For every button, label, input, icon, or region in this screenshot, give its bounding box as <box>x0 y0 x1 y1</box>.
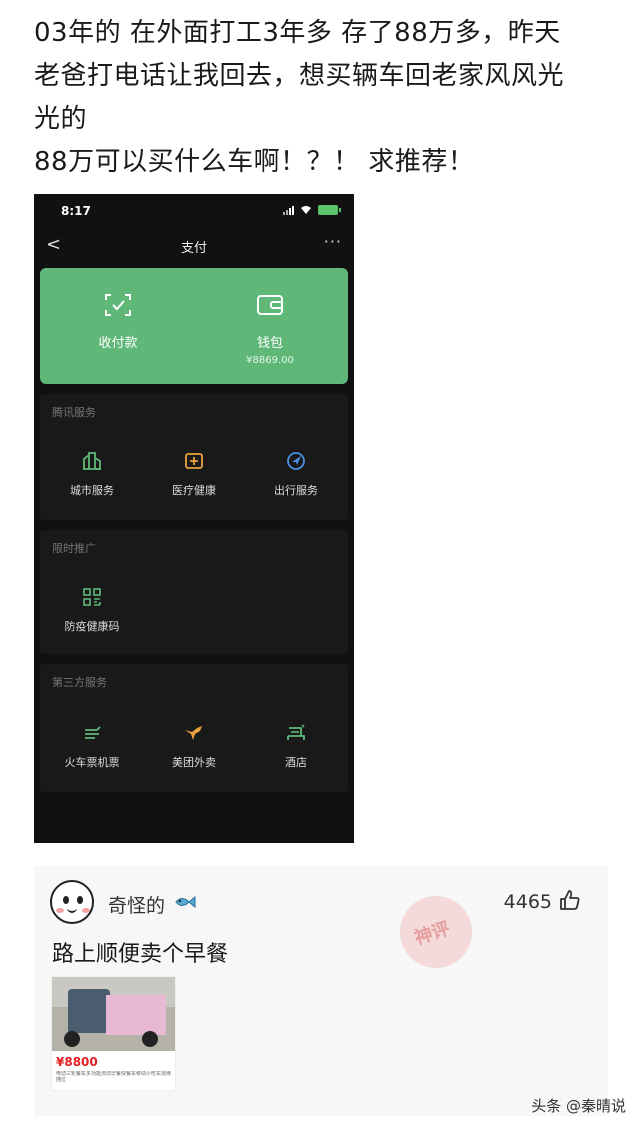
comment-card: 奇怪的 神评 4465 路上顺便卖个早餐 ¥8800 电动三轮餐车多功能流动早餐… <box>34 866 608 1116</box>
avatar[interactable] <box>50 880 94 924</box>
wifi-icon <box>301 206 311 214</box>
service-label: 防疫健康码 <box>64 620 120 633</box>
comment-username[interactable]: 奇怪的 <box>108 891 165 918</box>
avatar-cheek <box>56 908 64 913</box>
fish-badge-icon <box>175 895 196 909</box>
post-text: 03年的 在外面打工3年多 存了88万多，昨天 老爸打电话让我回去，想买辆车回老… <box>34 12 624 184</box>
post-line: 老爸打电话让我回去，想买辆车回老家风风光 <box>34 61 565 91</box>
nav-bar: < 支付 ··· <box>34 230 354 262</box>
city-service-button[interactable]: 城市服务 <box>42 450 142 498</box>
post-line: 光的 <box>34 104 88 134</box>
status-time: 8:17 <box>61 204 91 218</box>
pay-receive-label: 收付款 <box>98 336 138 351</box>
third-party-section: 第三方服务 火车票机票 美团外卖 酒店 <box>40 664 348 792</box>
stamp-text: 神评 <box>411 918 453 950</box>
product-price: ¥8800 <box>56 1055 98 1069</box>
meituan-button[interactable]: 美团外卖 <box>144 722 244 770</box>
service-label: 酒店 <box>285 756 307 769</box>
wallet-icon <box>255 292 285 318</box>
status-icons <box>283 205 341 215</box>
avatar-mouth <box>67 908 77 913</box>
hotel-button[interactable]: 酒店 <box>246 722 346 770</box>
phone-screenshot: 8:17 < 支付 ··· 收付款 钱包 ¥8869.00 腾讯服务 城市服务 … <box>34 194 354 843</box>
service-label: 出行服务 <box>274 484 318 497</box>
wheel <box>142 1031 158 1047</box>
hot-comment-stamp: 神评 <box>390 886 482 978</box>
wallet-card: 收付款 钱包 ¥8869.00 <box>40 268 348 384</box>
comment-text: 路上顺便卖个早餐 <box>52 942 229 967</box>
section-title: 腾讯服务 <box>52 406 96 419</box>
more-icon[interactable]: ··· <box>324 232 342 251</box>
tencent-services-section: 腾讯服务 城市服务 医疗健康 出行服务 <box>40 394 348 520</box>
travel-icon <box>285 450 307 472</box>
tricycle-cab <box>68 989 110 1033</box>
product-card[interactable]: ¥8800 电动三轮餐车多功能流动早餐快餐车移动小吃车烧烤摊位 <box>51 976 176 1091</box>
service-label: 医疗健康 <box>172 484 216 497</box>
promotion-section: 限时推广 防疫健康码 <box>40 530 348 654</box>
scan-pay-icon <box>103 292 133 318</box>
section-title: 限时推广 <box>52 542 96 555</box>
battery-icon <box>318 205 341 215</box>
service-label: 美团外卖 <box>172 756 216 769</box>
post-line: 88万可以买什么车啊！？！ 求推荐！ <box>34 147 475 177</box>
product-image <box>52 977 175 1051</box>
section-title: 第三方服务 <box>52 676 107 689</box>
train-ticket-button[interactable]: 火车票机票 <box>42 722 142 770</box>
medical-icon <box>183 450 205 472</box>
thumbs-up-icon[interactable] <box>558 888 582 912</box>
health-code-icon <box>81 586 103 608</box>
status-bar: 8:17 <box>34 194 354 226</box>
wallet-balance: ¥8869.00 <box>246 355 294 366</box>
pay-receive-button[interactable]: 收付款 <box>48 292 188 351</box>
travel-service-button[interactable]: 出行服务 <box>246 450 346 498</box>
food-cart-box <box>106 995 166 1035</box>
meituan-icon <box>183 722 205 744</box>
like-count: 4465 <box>503 891 552 913</box>
product-description: 电动三轮餐车多功能流动早餐快餐车移动小吃车烧烤摊位 <box>56 1071 172 1083</box>
train-ticket-icon <box>81 722 103 744</box>
medical-health-button[interactable]: 医疗健康 <box>144 450 244 498</box>
avatar-eye <box>63 896 69 904</box>
signal-icon <box>283 205 294 215</box>
page-title: 支付 <box>180 241 207 256</box>
health-code-button[interactable]: 防疫健康码 <box>42 586 142 634</box>
avatar-eye <box>77 896 83 904</box>
service-label: 城市服务 <box>70 484 114 497</box>
wheel <box>64 1031 80 1047</box>
wallet-label: 钱包 <box>256 336 283 351</box>
service-label: 火车票机票 <box>64 756 120 769</box>
post-line: 03年的 在外面打工3年多 存了88万多，昨天 <box>34 18 561 48</box>
hotel-icon <box>285 722 307 744</box>
city-service-icon <box>81 450 103 472</box>
avatar-cheek <box>82 908 90 913</box>
watermark: 头条 @秦晴说 <box>531 1097 626 1115</box>
wallet-button[interactable]: 钱包 ¥8869.00 <box>200 292 340 366</box>
